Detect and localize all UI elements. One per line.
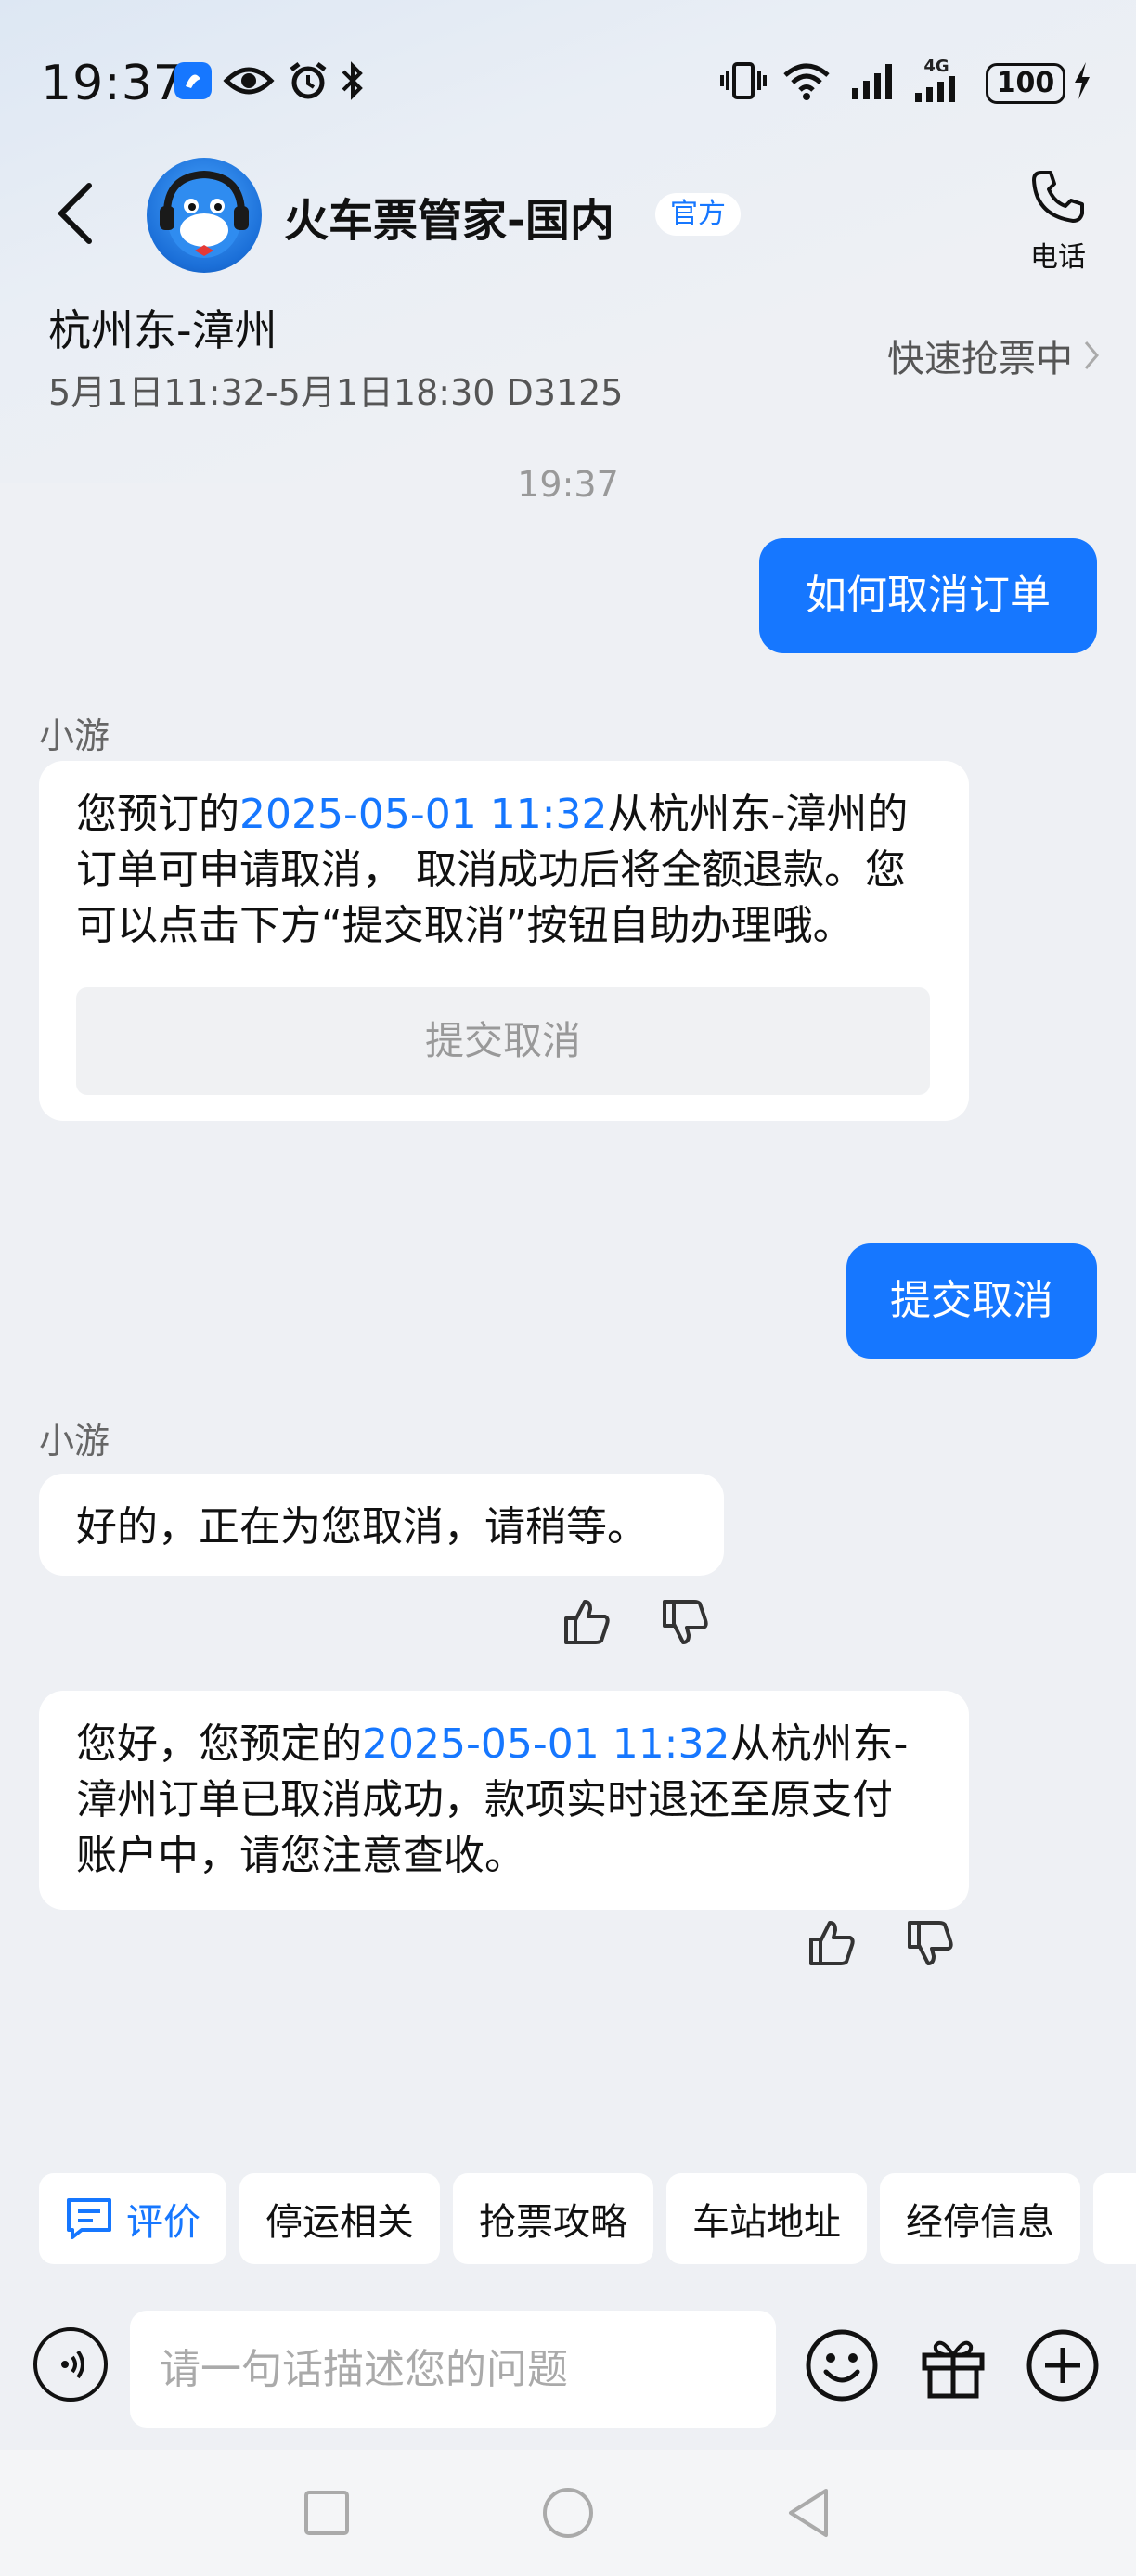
voice-input-button[interactable] — [33, 2327, 108, 2402]
alarm-icon — [288, 58, 329, 104]
feedback-actions — [806, 1917, 956, 1969]
thumbs-down-icon[interactable] — [659, 1596, 711, 1648]
message-text: 您好，您预定的 — [76, 1720, 362, 1768]
avatar[interactable] — [147, 158, 262, 273]
quick-reply-label: 评价 — [126, 2201, 200, 2244]
thumbs-up-icon[interactable] — [561, 1596, 613, 1648]
trip-detail: 5月1日11:32-5月1日18:30 D3125 — [48, 372, 624, 413]
wifi-icon — [781, 58, 832, 104]
bluetooth-icon — [340, 58, 366, 104]
mascot-icon — [160, 170, 249, 258]
chevron-right-icon — [1084, 341, 1099, 369]
gift-icon[interactable] — [915, 2327, 991, 2403]
comment-icon — [67, 2198, 111, 2239]
phone-icon — [1032, 171, 1084, 223]
back-button[interactable] — [48, 178, 104, 249]
quick-reply-suspension[interactable]: 停运相关 — [239, 2173, 440, 2264]
grab-ticket-label: 快速抢票中 — [887, 338, 1073, 380]
thumbs-up-icon[interactable] — [806, 1917, 858, 1969]
recent-apps-icon[interactable] — [299, 2485, 355, 2541]
user-message: 如何取消订单 — [759, 538, 1097, 653]
bot-sender-name: 小游 — [39, 715, 110, 756]
input-bar — [0, 2292, 1136, 2459]
home-icon[interactable] — [540, 2485, 596, 2541]
network-type: 4G — [923, 57, 949, 76]
quick-reply-stop-info[interactable]: 经停信息 — [880, 2173, 1080, 2264]
signal-4g-icon: 4G — [913, 58, 960, 104]
order-datetime-link[interactable]: 2025-05-01 11:32 — [239, 791, 608, 838]
feedback-actions — [561, 1596, 711, 1648]
status-time: 19:37 — [41, 56, 185, 111]
signal-icon — [850, 58, 900, 104]
bot-message: 您好，您预定的2025-05-01 11:32从杭州东-漳州订单已取消成功，款项… — [39, 1691, 969, 1910]
add-icon[interactable] — [1025, 2327, 1101, 2403]
eye-icon — [223, 58, 275, 104]
official-badge: 官方 — [655, 193, 741, 236]
phone-button[interactable]: 电话 — [1021, 167, 1095, 274]
thumbs-down-icon[interactable] — [904, 1917, 956, 1969]
trip-route: 杭州东-漳州 — [48, 305, 278, 355]
quick-reply-more[interactable] — [1093, 2173, 1136, 2264]
order-datetime-link[interactable]: 2025-05-01 11:32 — [362, 1720, 730, 1768]
chat-timestamp: 19:37 — [517, 464, 619, 505]
app-notify-icon — [173, 58, 213, 104]
status-bar: 19:37 4G 100 — [0, 0, 1136, 167]
bot-message: 您预订的2025-05-01 11:32从杭州东-漳州的订单可申请取消， 取消成… — [39, 761, 969, 1121]
user-message: 提交取消 — [846, 1243, 1097, 1359]
vibrate-icon — [720, 58, 767, 104]
quick-reply-rate[interactable]: 评价 — [39, 2173, 226, 2264]
page-title: 火车票管家-国内 — [284, 195, 614, 247]
system-nav-bar — [0, 2450, 1136, 2576]
phone-label: 电话 — [1030, 241, 1086, 274]
submit-cancel-button[interactable]: 提交取消 — [76, 987, 930, 1095]
quick-reply-bar: 评价 停运相关 抢票攻略 车站地址 经停信息 — [39, 2173, 1136, 2264]
grab-ticket-status[interactable]: 快速抢票中 — [887, 328, 1101, 382]
battery-indicator: 100 — [986, 63, 1065, 104]
quick-reply-station-address[interactable]: 车站地址 — [666, 2173, 867, 2264]
charging-icon — [1071, 58, 1093, 104]
emoji-icon[interactable] — [804, 2327, 880, 2403]
message-text: 您预订的 — [76, 791, 239, 838]
quick-reply-grab-guide[interactable]: 抢票攻略 — [453, 2173, 653, 2264]
chevron-left-icon — [57, 183, 92, 244]
message-input[interactable] — [130, 2311, 776, 2428]
bot-sender-name: 小游 — [39, 1421, 110, 1462]
back-nav-icon[interactable] — [781, 2485, 837, 2541]
voice-icon — [61, 2350, 84, 2379]
bot-message: 好的，正在为您取消，请稍等。 — [39, 1474, 724, 1576]
